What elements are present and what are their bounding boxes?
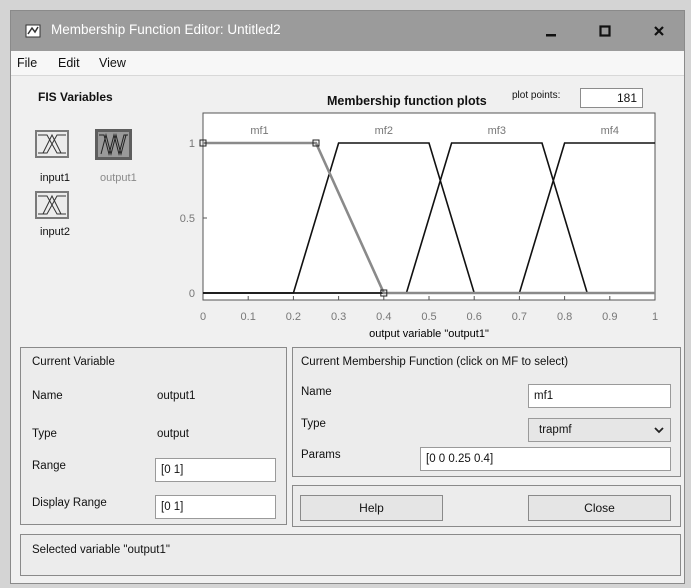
mf-type-select[interactable]: trapmf: [528, 418, 671, 442]
variable-name-value: output1: [157, 390, 196, 402]
mf-params-field[interactable]: [0 0 0.25 0.4]: [420, 447, 671, 471]
x-tick-label: 0.5: [421, 311, 436, 323]
range-label: Range: [32, 460, 66, 472]
mf-label-mf3[interactable]: mf3: [488, 125, 506, 137]
mf-type-value: trapmf: [539, 424, 572, 436]
current-mf-header: Current Membership Function (click on MF…: [301, 356, 569, 368]
variable-type-label: Type: [32, 428, 57, 440]
mf-label-mf1[interactable]: mf1: [250, 125, 268, 137]
mf-type-label: Type: [301, 418, 326, 430]
current-variable-header: Current Variable: [32, 356, 115, 368]
mf-params-label: Params: [301, 449, 341, 461]
plot-area: [202, 112, 656, 301]
variable-name-label: Name: [32, 390, 63, 402]
x-tick-label: 0.3: [331, 311, 346, 323]
help-button[interactable]: Help: [300, 495, 443, 521]
range-field[interactable]: [0 1]: [155, 458, 276, 482]
display-range-field[interactable]: [0 1]: [155, 495, 276, 519]
x-tick-label: 1: [652, 311, 658, 323]
mf-name-label: Name: [301, 386, 332, 398]
membership-function-plot[interactable]: 0 0.5 1 0 0.1 0.2 0.3 0.4 0.5 0.6 0.7 0.8 0.9 1 mf1 m…: [0, 0, 691, 340]
x-axis-label: output variable "output1": [369, 328, 489, 340]
x-tick-label: 0.2: [286, 311, 301, 323]
x-tick-label: 0.4: [376, 311, 391, 323]
display-range-label: Display Range: [32, 497, 107, 509]
x-tick-label: 0.9: [602, 311, 617, 323]
mf-name-field[interactable]: mf1: [528, 384, 671, 408]
x-tick-label: 0.1: [241, 311, 256, 323]
mf-label-mf4[interactable]: mf4: [601, 125, 619, 137]
status-text: Selected variable "output1": [32, 544, 170, 556]
x-tick-label: 0.6: [467, 311, 482, 323]
y-tick-label: 0: [189, 288, 195, 300]
x-tick-label: 0.8: [557, 311, 572, 323]
x-tick-label: 0: [200, 311, 206, 323]
x-tick-label: 0.7: [512, 311, 527, 323]
chevron-down-icon: [654, 419, 664, 449]
variable-type-value: output: [157, 428, 189, 440]
y-tick-label: 0.5: [180, 213, 195, 225]
y-tick-label: 1: [189, 138, 195, 150]
mf-label-mf2[interactable]: mf2: [375, 125, 393, 137]
close-button[interactable]: Close: [528, 495, 671, 521]
